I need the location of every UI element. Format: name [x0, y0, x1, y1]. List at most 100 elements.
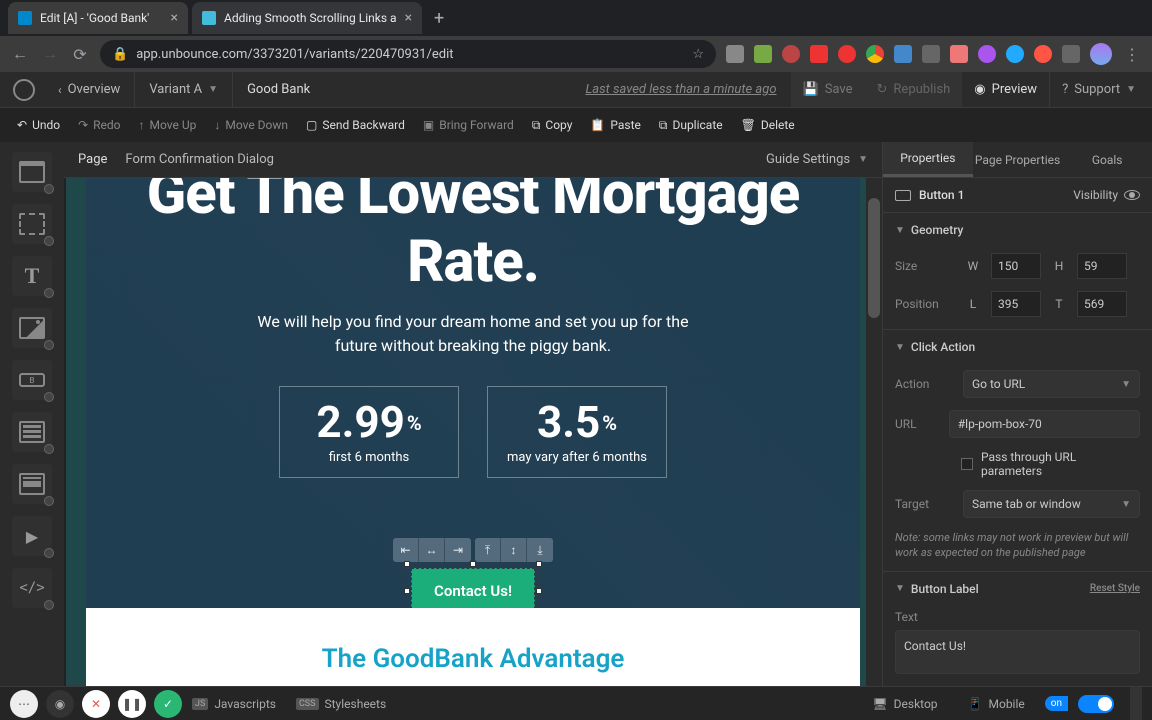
- more-button[interactable]: ⋯: [10, 690, 38, 718]
- save-button[interactable]: 💾Save: [791, 72, 865, 107]
- resize-handle[interactable]: [404, 561, 410, 567]
- pause-button[interactable]: ❚❚: [118, 690, 146, 718]
- scrollbar-thumb[interactable]: [868, 198, 880, 318]
- button-label-section-toggle[interactable]: ▼Button LabelReset Style: [883, 572, 1152, 606]
- support-dropdown[interactable]: ?Support▼: [1049, 72, 1148, 107]
- geometry-section-toggle[interactable]: ▼Geometry: [883, 213, 1152, 247]
- move-down-button[interactable]: ↓Move Down: [205, 108, 297, 142]
- profile-avatar-icon[interactable]: [1090, 43, 1112, 65]
- click-action-section-toggle[interactable]: ▼Click Action: [883, 330, 1152, 364]
- reload-button[interactable]: ⟳: [70, 45, 90, 64]
- eye-icon[interactable]: [1124, 190, 1140, 200]
- action-dropdown[interactable]: Go to URL▼: [963, 370, 1140, 398]
- stop-button[interactable]: ✕: [82, 690, 110, 718]
- star-icon[interactable]: ☆: [692, 47, 704, 62]
- passthrough-checkbox[interactable]: [961, 458, 973, 470]
- url-input[interactable]: [949, 410, 1140, 438]
- page-properties-tab[interactable]: Page Properties: [973, 142, 1063, 177]
- resize-handle[interactable]: [1130, 687, 1142, 720]
- stylesheets-button[interactable]: CSSStylesheets: [286, 697, 396, 711]
- undo-button[interactable]: ↶Undo: [8, 108, 69, 142]
- advantage-section[interactable]: The GoodBank Advantage: [86, 608, 860, 686]
- browser-tab-1[interactable]: Edit [A] - 'Good Bank' ×: [8, 2, 188, 34]
- extension-icon[interactable]: [810, 45, 828, 63]
- page-canvas[interactable]: Get The Lowest Mortgage Rate. We will he…: [86, 178, 860, 686]
- mobile-toggle[interactable]: [1078, 695, 1114, 713]
- republish-button[interactable]: ↻Republish: [865, 72, 963, 107]
- hero-section[interactable]: Get The Lowest Mortgage Rate. We will he…: [86, 178, 860, 608]
- align-right-button[interactable]: ⇥: [445, 538, 471, 562]
- box-tool[interactable]: [12, 204, 52, 244]
- button-tool[interactable]: B: [12, 360, 52, 400]
- goals-tab[interactable]: Goals: [1062, 142, 1152, 177]
- extension-icon[interactable]: [894, 45, 912, 63]
- extension-icon[interactable]: [838, 45, 856, 63]
- page-tab[interactable]: Page: [78, 152, 107, 167]
- new-tab-button[interactable]: +: [426, 8, 452, 29]
- extension-icon[interactable]: [754, 45, 772, 63]
- bring-forward-button[interactable]: ▣Bring Forward: [414, 108, 523, 142]
- javascripts-button[interactable]: JSJavascripts: [182, 697, 286, 711]
- resize-handle[interactable]: [536, 561, 542, 567]
- mobile-view-button[interactable]: 📱Mobile: [958, 697, 1035, 711]
- extension-icon[interactable]: [1062, 45, 1080, 63]
- align-top-button[interactable]: ⤒: [475, 538, 501, 562]
- form-tool[interactable]: [12, 412, 52, 452]
- desktop-view-button[interactable]: 🖥Desktop: [862, 697, 947, 711]
- video-tool[interactable]: ▶: [12, 516, 52, 556]
- target-dropdown[interactable]: Same tab or window▼: [963, 490, 1140, 518]
- rate-box-2[interactable]: 3.5% may vary after 6 months: [487, 386, 667, 478]
- paste-button[interactable]: 📋Paste: [581, 108, 649, 142]
- extension-icon[interactable]: [866, 45, 884, 63]
- hero-headline[interactable]: Get The Lowest Mortgage Rate.: [86, 178, 860, 296]
- section-tool[interactable]: [12, 152, 52, 192]
- reset-style-link[interactable]: Reset Style: [1090, 583, 1140, 594]
- duplicate-button[interactable]: ⧉Duplicate: [650, 108, 732, 142]
- rate-box-1[interactable]: 2.99% first 6 months: [279, 386, 459, 478]
- redo-button[interactable]: ↷Redo: [69, 108, 129, 142]
- canvas-viewport[interactable]: Get The Lowest Mortgage Rate. We will he…: [64, 178, 882, 686]
- app-logo[interactable]: [4, 79, 44, 101]
- resize-handle[interactable]: [536, 588, 542, 594]
- advantage-title[interactable]: The GoodBank Advantage: [86, 644, 860, 674]
- resize-handle[interactable]: [404, 588, 410, 594]
- forward-button[interactable]: →: [40, 44, 60, 64]
- resize-handle[interactable]: [470, 561, 476, 567]
- extension-icon[interactable]: [950, 45, 968, 63]
- height-input[interactable]: [1077, 253, 1127, 279]
- extension-icon[interactable]: [1006, 45, 1024, 63]
- form-confirmation-tab[interactable]: Form Confirmation Dialog: [125, 152, 274, 167]
- extension-icon[interactable]: [922, 45, 940, 63]
- record-button[interactable]: ◉: [46, 690, 74, 718]
- embed-tool[interactable]: [12, 464, 52, 504]
- send-backward-button[interactable]: ▢Send Backward: [297, 108, 414, 142]
- close-icon[interactable]: ×: [171, 10, 178, 26]
- extension-icon[interactable]: [782, 45, 800, 63]
- extension-icon[interactable]: [978, 45, 996, 63]
- ruler-guide[interactable]: [66, 178, 86, 686]
- back-button[interactable]: ←: [10, 44, 30, 64]
- top-input[interactable]: [1077, 291, 1127, 317]
- align-center-button[interactable]: ↔: [419, 538, 445, 562]
- align-middle-button[interactable]: ↕: [501, 538, 527, 562]
- menu-icon[interactable]: ⋮: [1122, 45, 1142, 64]
- width-input[interactable]: [991, 253, 1041, 279]
- image-tool[interactable]: [12, 308, 52, 348]
- close-icon[interactable]: ×: [405, 10, 412, 26]
- hero-subhead[interactable]: We will help you find your dream home an…: [243, 310, 703, 358]
- extension-icon[interactable]: [726, 45, 744, 63]
- address-bar[interactable]: 🔒 app.unbounce.com/3373201/variants/2204…: [100, 40, 716, 68]
- selected-element[interactable]: Contact Us!: [411, 568, 535, 608]
- html-tool[interactable]: </>: [12, 568, 52, 608]
- variant-dropdown[interactable]: Variant A▼: [135, 72, 233, 107]
- align-left-button[interactable]: ⇤: [393, 538, 419, 562]
- delete-button[interactable]: 🗑Delete: [732, 108, 804, 142]
- guide-settings-dropdown[interactable]: Guide Settings: [766, 152, 850, 167]
- button-text-textarea[interactable]: Contact Us!: [895, 630, 1140, 674]
- left-input[interactable]: [991, 291, 1041, 317]
- preview-button[interactable]: ◉Preview: [962, 72, 1049, 107]
- move-up-button[interactable]: ↑Move Up: [130, 108, 206, 142]
- browser-tab-2[interactable]: Adding Smooth Scrolling Links a ×: [192, 2, 422, 34]
- copy-button[interactable]: ⧉Copy: [523, 108, 582, 142]
- text-tool[interactable]: T: [12, 256, 52, 296]
